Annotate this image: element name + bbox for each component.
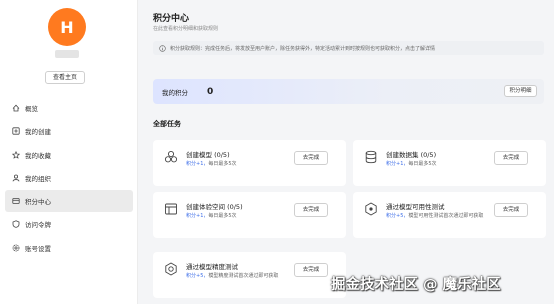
sidebar-item-label: 我的收藏	[25, 151, 51, 160]
task-description: 积分+5，模型精度测试首次通过即可获取	[186, 273, 304, 281]
watermark: 掘金技术社区 @ 魔乐社区	[331, 277, 501, 293]
task-title: 通过模型精度测试	[186, 263, 238, 271]
page-title: 积分中心	[153, 14, 190, 24]
go-complete-button[interactable]: 去完成	[294, 263, 328, 277]
task-title: 通过模型可用性测试	[386, 203, 445, 211]
task-description: 积分+1，每日最多5次	[186, 161, 304, 169]
avatar-letter: H	[60, 17, 74, 37]
task-points: 积分+1，	[386, 161, 409, 167]
sidebar-item-overview[interactable]: 概览	[5, 97, 133, 119]
task-description: 积分+5，模型可用性测试首次通过即可获取	[386, 213, 504, 221]
overview-icon	[12, 104, 20, 112]
model-icon	[164, 149, 178, 163]
task-desc-text: 每日最多5次	[208, 213, 237, 219]
notice-text: 积分获取规则：完成任务后，将发放至用户账户，除任务获得外，特定活动累计到时按规则…	[170, 45, 436, 52]
task-card-availability-test: 通过模型可用性测试 积分+5，模型可用性测试首次通过即可获取 去完成	[353, 192, 546, 238]
sidebar-item-label: 账号设置	[25, 244, 51, 253]
go-complete-button[interactable]: 去完成	[494, 203, 528, 217]
token-icon	[12, 220, 20, 229]
organization-icon	[12, 174, 20, 182]
info-icon	[159, 44, 166, 52]
task-description: 积分+1，每日最多5次	[186, 213, 304, 221]
task-card-create-space: 创建体验空间 (0/5) 积分+1，每日最多5次 去完成	[153, 192, 346, 238]
task-title: 创建数据集 (0/5)	[386, 151, 437, 159]
sidebar-item-label: 我的创建	[25, 128, 51, 137]
space-icon	[164, 201, 178, 215]
availability-test-icon	[364, 201, 378, 216]
accuracy-test-icon	[164, 261, 178, 276]
task-desc-text: 模型精度测试首次通过即可获取	[208, 273, 279, 279]
page-subtitle: 在此查看积分明细和获取规则	[153, 26, 219, 32]
task-card-create-model: 创建模型 (0/5) 积分+1，每日最多5次 去完成	[153, 140, 346, 186]
sidebar-item-my-creations[interactable]: 我的创建	[5, 120, 133, 142]
go-complete-button[interactable]: 去完成	[494, 151, 528, 165]
task-title: 创建模型 (0/5)	[186, 151, 230, 159]
dataset-icon	[364, 149, 378, 164]
task-points: 积分+1，	[186, 213, 209, 219]
settings-icon	[12, 244, 20, 252]
sidebar-item-account-settings[interactable]: 账号设置	[5, 237, 133, 259]
points-icon	[12, 197, 20, 205]
avatar[interactable]: H	[48, 8, 86, 46]
task-card-accuracy-test: 通过模型精度测试 积分+5，模型精度测试首次通过即可获取 去完成	[153, 252, 346, 298]
task-desc-text: 模型可用性测试首次通过即可获取	[408, 213, 484, 219]
sidebar-nav: 概览 我的创建 我的收藏 我的组织 积分中心 访问令牌 账号设置	[5, 97, 133, 260]
sidebar-item-my-favorites[interactable]: 我的收藏	[5, 144, 133, 166]
sidebar-item-points-center[interactable]: 积分中心	[5, 190, 133, 213]
section-title: 全部任务	[153, 120, 181, 128]
sidebar-item-access-token[interactable]: 访问令牌	[5, 213, 133, 235]
sidebar-item-label: 访问令牌	[25, 221, 51, 230]
task-points: 积分+1，	[186, 161, 209, 167]
sidebar-item-label: 概览	[25, 105, 38, 113]
main-content: 积分中心 在此查看积分明细和获取规则 积分获取规则：完成任务后，将发放至用户账户…	[146, 0, 548, 304]
task-desc-text: 每日最多5次	[408, 161, 437, 167]
my-points-label: 我的积分	[162, 88, 188, 97]
sidebar: H 查看主页 概览 我的创建 我的收藏 我的组织 积分中心 访问令牌 账号设置	[0, 0, 138, 304]
points-detail-button[interactable]: 积分明细	[504, 85, 537, 97]
username-placeholder	[55, 50, 79, 58]
sidebar-item-label: 我的组织	[25, 174, 51, 183]
my-points-panel: 我的积分 0 积分明细	[153, 79, 544, 104]
my-points-value: 0	[207, 86, 214, 97]
sidebar-item-label: 积分中心	[25, 198, 51, 207]
task-description: 积分+1，每日最多5次	[386, 161, 504, 169]
task-points: 积分+5，	[386, 213, 409, 219]
task-title: 创建体验空间 (0/5)	[186, 203, 243, 211]
go-complete-button[interactable]: 去完成	[294, 203, 328, 217]
task-desc-text: 每日最多5次	[208, 161, 237, 167]
points-rules-notice[interactable]: 积分获取规则：完成任务后，将发放至用户账户，除任务获得外，特定活动累计到时按规则…	[153, 41, 544, 55]
task-card-create-dataset: 创建数据集 (0/5) 积分+1，每日最多5次 去完成	[353, 140, 546, 186]
task-points: 积分+5，	[186, 273, 209, 279]
go-complete-button[interactable]: 去完成	[294, 151, 328, 165]
view-homepage-button[interactable]: 查看主页	[45, 71, 85, 84]
sidebar-item-my-organization[interactable]: 我的组织	[5, 167, 133, 189]
create-icon	[12, 127, 20, 135]
favorite-icon	[12, 150, 20, 159]
